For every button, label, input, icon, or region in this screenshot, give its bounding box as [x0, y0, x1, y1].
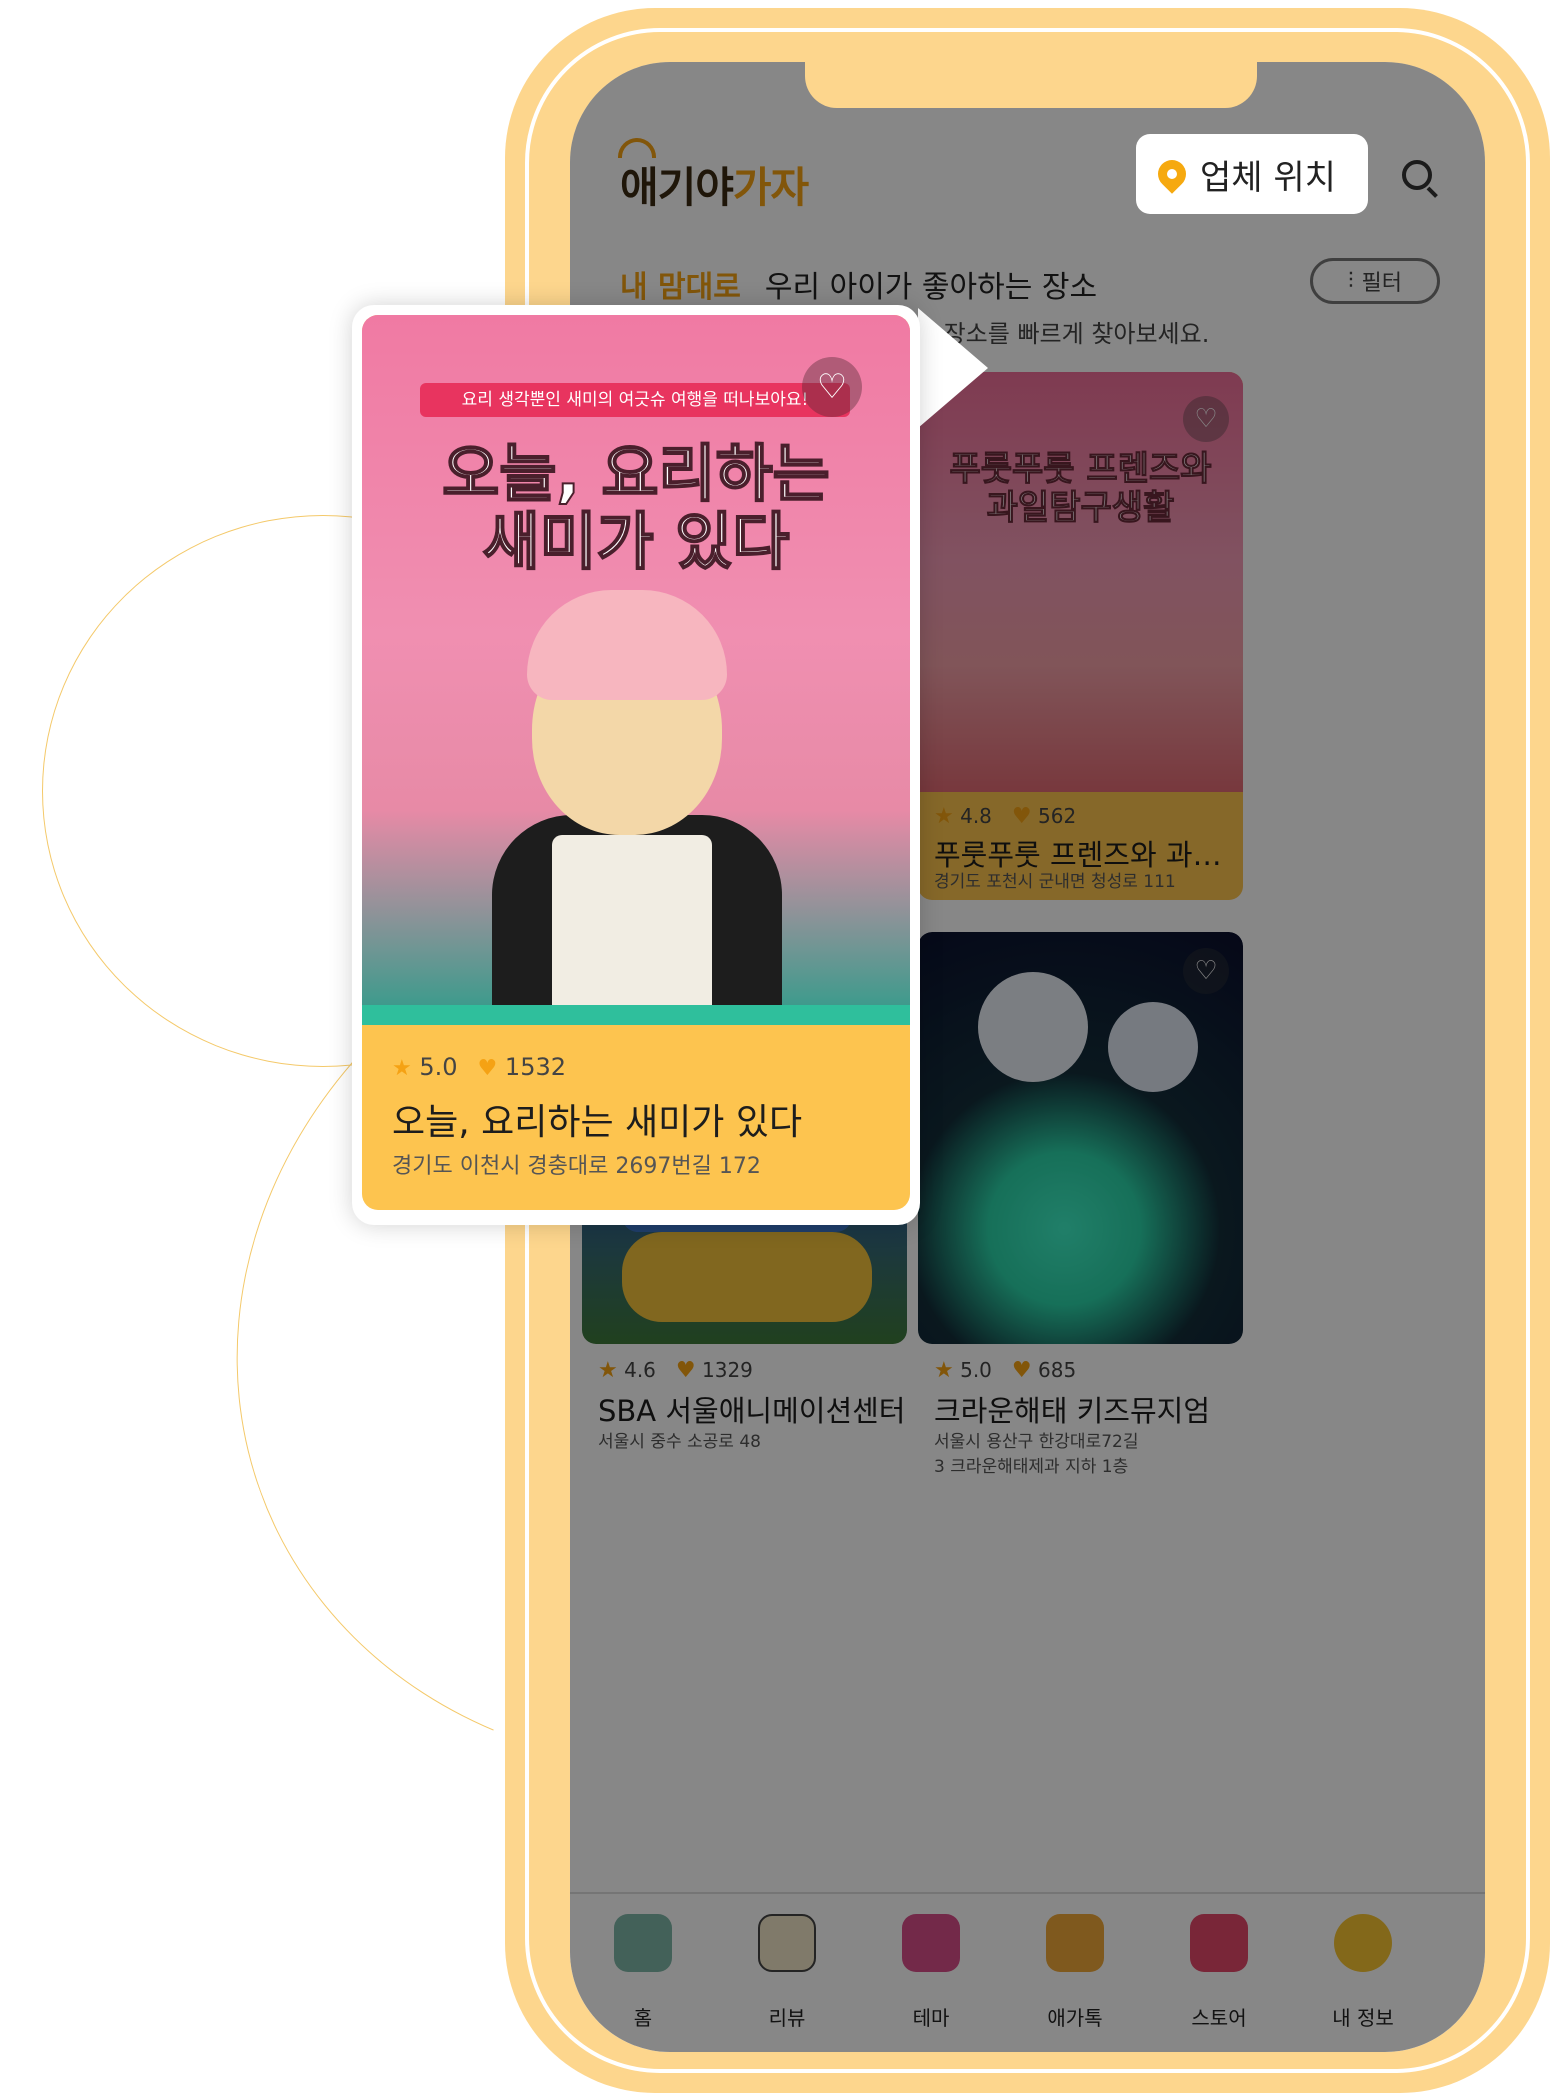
featured-image-title: 오늘, 요리하는 새미가 있다	[362, 437, 910, 579]
featured-image-title-line1: 오늘, 요리하는	[441, 437, 830, 510]
card-address: 경기도 포천시 군내면 청성로 111	[934, 872, 1176, 892]
heart-icon[interactable]: ♡	[802, 357, 862, 417]
card-rating: 5.0	[960, 1358, 992, 1382]
featured-ribbon: 요리 생각뿐인 새미의 여긋슈 여행을 떠나보아요!	[420, 383, 850, 417]
card-stats: ★ 4.8 ♥ 562	[934, 804, 1076, 829]
nav-item-home[interactable]: 홈	[588, 1914, 698, 2031]
kitchen-counter	[362, 1005, 910, 1025]
nav-label: 스토어	[1191, 2006, 1247, 2030]
snack-bag	[552, 835, 712, 1025]
nav-item-store[interactable]: 스토어	[1164, 1914, 1274, 2031]
featured-image-title-line2: 새미가 있다	[482, 505, 791, 579]
place-card[interactable]: ♡ ★ 5.0 ♥ 685 크라운해태 키즈뮤지엄 서울시 용산구 한강대로72…	[918, 932, 1243, 1492]
card-title: 푸룻푸룻 프렌즈와 과일탐구...	[934, 838, 1234, 872]
heart-icon[interactable]: ♡	[1183, 948, 1229, 994]
phone-notch	[805, 62, 1257, 108]
map-pin-icon	[1152, 154, 1192, 194]
location-button[interactable]: 업체 위치	[1136, 134, 1368, 214]
card-rating: 4.8	[960, 804, 992, 828]
nav-label: 홈	[633, 2006, 653, 2030]
nav-label: 테마	[912, 2006, 950, 2030]
logo-text-part1: 애기야	[620, 163, 734, 212]
section-title: 내 맘대로 우리 아이가 좋아하는 장소	[620, 262, 1097, 306]
section-title-text: 우리 아이가 좋아하는 장소	[764, 270, 1098, 305]
card-image-title-line1: 푸룻푸룻 프렌즈와	[949, 449, 1212, 489]
card-address: 서울시 용산구 한강대로72길 3 크라운해태제과 지하 1층	[934, 1432, 1139, 1477]
card-address: 서울시 중수 소공로 48	[598, 1432, 761, 1452]
heart-icon: ♥	[1011, 1358, 1032, 1383]
card-image-title-line2: 과일탐구생활	[986, 488, 1175, 529]
filter-label: 필터	[1361, 271, 1402, 296]
notepad-icon	[758, 1914, 816, 1972]
character-hair	[527, 590, 727, 700]
nav-label: 애가톡	[1047, 2006, 1103, 2030]
heart-icon: ♥	[1011, 804, 1032, 829]
card-rating: 4.6	[624, 1358, 656, 1382]
nav-item-my-info[interactable]: 내 정보	[1308, 1914, 1418, 2031]
card-title: SBA 서울애니메이션센터	[598, 1394, 906, 1428]
star-icon: ★	[392, 1056, 412, 1081]
logo-text-part2: 가자	[732, 163, 809, 212]
star-icon: ★	[934, 804, 954, 829]
heart-icon: ♥	[675, 1358, 696, 1383]
chat-icon	[1046, 1914, 1104, 1972]
card-likes: 1329	[702, 1358, 753, 1382]
popup-pointer	[918, 308, 988, 428]
location-button-label: 업체 위치	[1200, 157, 1336, 198]
filter-button[interactable]: ⫶ 필터	[1310, 258, 1440, 304]
card-likes: 685	[1038, 1358, 1077, 1382]
heart-icon[interactable]: ♡	[1183, 396, 1229, 442]
card-title: 크라운해태 키즈뮤지엄	[934, 1394, 1211, 1428]
featured-likes: 1532	[504, 1053, 566, 1081]
bottom-nav: 홈 리뷰 테마 애가톡 스토어 내 정보	[570, 1892, 1485, 2052]
nav-item-review[interactable]: 리뷰	[732, 1914, 842, 2031]
smiley-icon	[1334, 1914, 1392, 1972]
place-card-image	[918, 932, 1243, 1344]
card-stats: ★ 4.6 ♥ 1329	[598, 1358, 753, 1383]
sliders-icon: ⫶	[1348, 268, 1354, 294]
place-card[interactable]: 푸룻푸룻 프렌즈와 과일탐구생활 ♡ ★ 4.8 ♥ 562 푸룻푸룻 프렌즈와…	[918, 372, 1243, 900]
featured-address: 경기도 이천시 경충대로 2697번길 172	[392, 1154, 761, 1179]
card-likes: 562	[1038, 804, 1077, 828]
gift-icon	[902, 1914, 960, 1972]
nav-item-theme[interactable]: 테마	[876, 1914, 986, 2031]
section-highlight: 내 맘대로	[620, 270, 741, 305]
search-icon[interactable]	[1402, 160, 1432, 190]
featured-rating: 5.0	[419, 1053, 458, 1081]
featured-card-image: 요리 생각뿐인 새미의 여긋슈 여행을 떠나보아요! 오늘, 요리하는 새미가 …	[362, 315, 910, 1025]
featured-stats: ★ 5.0 ♥ 1532	[392, 1053, 566, 1081]
featured-place-card[interactable]: 요리 생각뿐인 새미의 여긋슈 여행을 떠나보아요! 오늘, 요리하는 새미가 …	[362, 315, 910, 1210]
house-icon	[614, 1914, 672, 1972]
star-icon: ★	[934, 1358, 954, 1383]
heart-icon: ♥	[477, 1056, 498, 1081]
nav-label: 리뷰	[768, 2006, 806, 2030]
store-icon	[1190, 1914, 1248, 1972]
app-logo[interactable]: 애기야가자	[620, 154, 809, 215]
nav-item-chat[interactable]: 애가톡	[1020, 1914, 1130, 2031]
card-stats: ★ 5.0 ♥ 685	[934, 1358, 1076, 1383]
star-icon: ★	[598, 1358, 618, 1383]
featured-title: 오늘, 요리하는 새미가 있다	[392, 1102, 803, 1143]
nav-label: 내 정보	[1332, 2006, 1394, 2030]
